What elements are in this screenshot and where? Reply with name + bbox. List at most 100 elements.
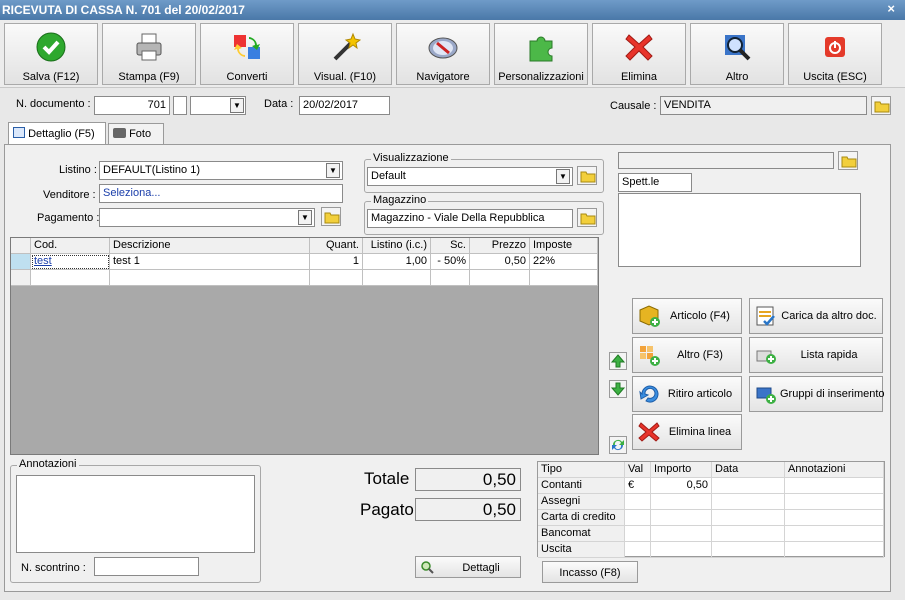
table-cell[interactable] [431,270,470,286]
stampa-button[interactable]: Stampa (F9) [102,23,196,85]
annotazioni-field[interactable] [16,475,255,553]
x-delete-icon [625,34,653,61]
chevron-down-icon[interactable]: ▼ [298,210,312,225]
column-header[interactable]: Prezzo [470,238,530,254]
chevron-down-icon[interactable]: ▼ [556,169,570,184]
navigatore-button[interactable]: Navigatore [396,23,490,85]
converti-button[interactable]: Converti [200,23,294,85]
causale-field[interactable]: VENDITA [660,96,867,115]
pagamento-folder-button[interactable] [321,207,341,226]
venditore-field[interactable]: Seleziona... [99,184,343,203]
payment-val[interactable]: € [625,478,651,494]
table-cell[interactable]: test [31,254,110,270]
elimina-button[interactable]: Elimina [592,23,686,85]
payment-type: Carta di credito [538,510,625,526]
column-header[interactable]: Imposte [530,238,598,254]
doc-number-field[interactable]: 701 [94,96,170,115]
column-header[interactable]: Quant. [310,238,363,254]
salva-button[interactable]: Salva (F12) [4,23,98,85]
table-cell[interactable]: 1,00 [363,254,431,270]
altro-f3-button[interactable]: Altro (F3) [632,337,742,373]
move-down-button[interactable] [609,380,627,398]
column-header[interactable]: Annotazioni [785,462,884,478]
close-icon[interactable]: × [887,1,895,16]
payment-importo[interactable] [651,494,712,510]
visualizzazione-select[interactable]: Default [367,167,573,186]
cliente-folder-button[interactable] [838,151,858,170]
listino-select[interactable]: DEFAULT(Listino 1) [99,161,343,180]
payment-annotazioni[interactable] [785,510,884,526]
scontrino-field[interactable] [94,557,199,576]
payment-importo[interactable] [651,510,712,526]
spett-field[interactable]: Spett.le [618,173,692,192]
column-header[interactable]: Descrizione [110,238,310,254]
lista-rapida-button[interactable]: Lista rapida [749,337,883,373]
payment-data[interactable] [712,542,785,558]
payment-type: Assegni [538,494,625,510]
table-cell[interactable] [530,270,598,286]
chevron-down-icon[interactable]: ▼ [326,163,340,178]
cliente-field[interactable] [618,152,834,169]
payment-data[interactable] [712,494,785,510]
personalizzazioni-button[interactable]: Personalizzazioni [494,23,588,85]
doc-suffix-field[interactable] [173,96,187,115]
column-header[interactable]: Listino (i.c.) [363,238,431,254]
date-field[interactable]: 20/02/2017 [299,96,390,115]
table-cell[interactable]: 1 [310,254,363,270]
carica-button[interactable]: Carica da altro doc. [749,298,883,334]
column-header[interactable]: Val [625,462,651,478]
visualizzazione-folder-button[interactable] [577,166,597,185]
payment-annotazioni[interactable] [785,526,884,542]
table-cell[interactable]: test 1 [110,254,310,270]
uscita-button[interactable]: Uscita (ESC) [788,23,882,85]
ritiro-button[interactable]: Ritiro articolo [632,376,742,412]
table-cell[interactable]: 0,50 [470,254,530,270]
title-bar: RICEVUTA DI CASSA N. 701 del 20/02/2017 … [0,0,905,20]
payment-importo[interactable] [651,542,712,558]
payment-data[interactable] [712,510,785,526]
articolo-button[interactable]: Articolo (F4) [632,298,742,334]
elimina-linea-button[interactable]: Elimina linea [632,414,742,450]
column-header[interactable]: Importo [651,462,712,478]
dettagli-button[interactable]: Dettagli [415,556,521,578]
row-selector[interactable] [11,270,31,286]
table-cell[interactable] [310,270,363,286]
indirizzo-field[interactable] [618,193,861,267]
table-cell[interactable] [363,270,431,286]
chevron-down-icon[interactable]: ▼ [230,98,244,113]
payment-val[interactable] [625,526,651,542]
tab-dettaglio[interactable]: Dettaglio (F5) [8,122,106,146]
payment-annotazioni[interactable] [785,478,884,494]
column-header[interactable]: Sc. [431,238,470,254]
gruppi-button[interactable]: Gruppi di inserimento [749,376,885,412]
refresh-button[interactable] [609,436,627,454]
pagamento-select[interactable] [99,208,315,227]
payment-importo[interactable]: 0,50 [651,478,712,494]
payment-val[interactable] [625,494,651,510]
move-up-button[interactable] [609,352,627,370]
payment-importo[interactable] [651,526,712,542]
payment-val[interactable] [625,510,651,526]
table-cell[interactable] [31,270,110,286]
payment-data[interactable] [712,526,785,542]
payment-val[interactable] [625,542,651,558]
table-cell[interactable] [470,270,530,286]
column-header[interactable]: Cod. [31,238,110,254]
visual-button[interactable]: Visual. (F10) [298,23,392,85]
column-header[interactable]: Tipo [538,462,625,478]
tab-foto[interactable]: Foto [108,123,164,146]
column-header[interactable]: Data [712,462,785,478]
arrow-up-icon [610,354,626,368]
row-selector[interactable] [11,254,31,270]
payment-data[interactable] [712,478,785,494]
payment-annotazioni[interactable] [785,494,884,510]
causale-folder-button[interactable] [871,96,891,115]
magazzino-folder-button[interactable] [577,208,597,227]
table-cell[interactable] [110,270,310,286]
table-cell[interactable]: 22% [530,254,598,270]
altro-button[interactable]: Altro [690,23,784,85]
magazzino-field[interactable]: Magazzino - Viale Della Repubblica [367,209,573,228]
payment-annotazioni[interactable] [785,542,884,558]
incasso-button[interactable]: Incasso (F8) [542,561,638,583]
table-cell[interactable]: - 50% [431,254,470,270]
